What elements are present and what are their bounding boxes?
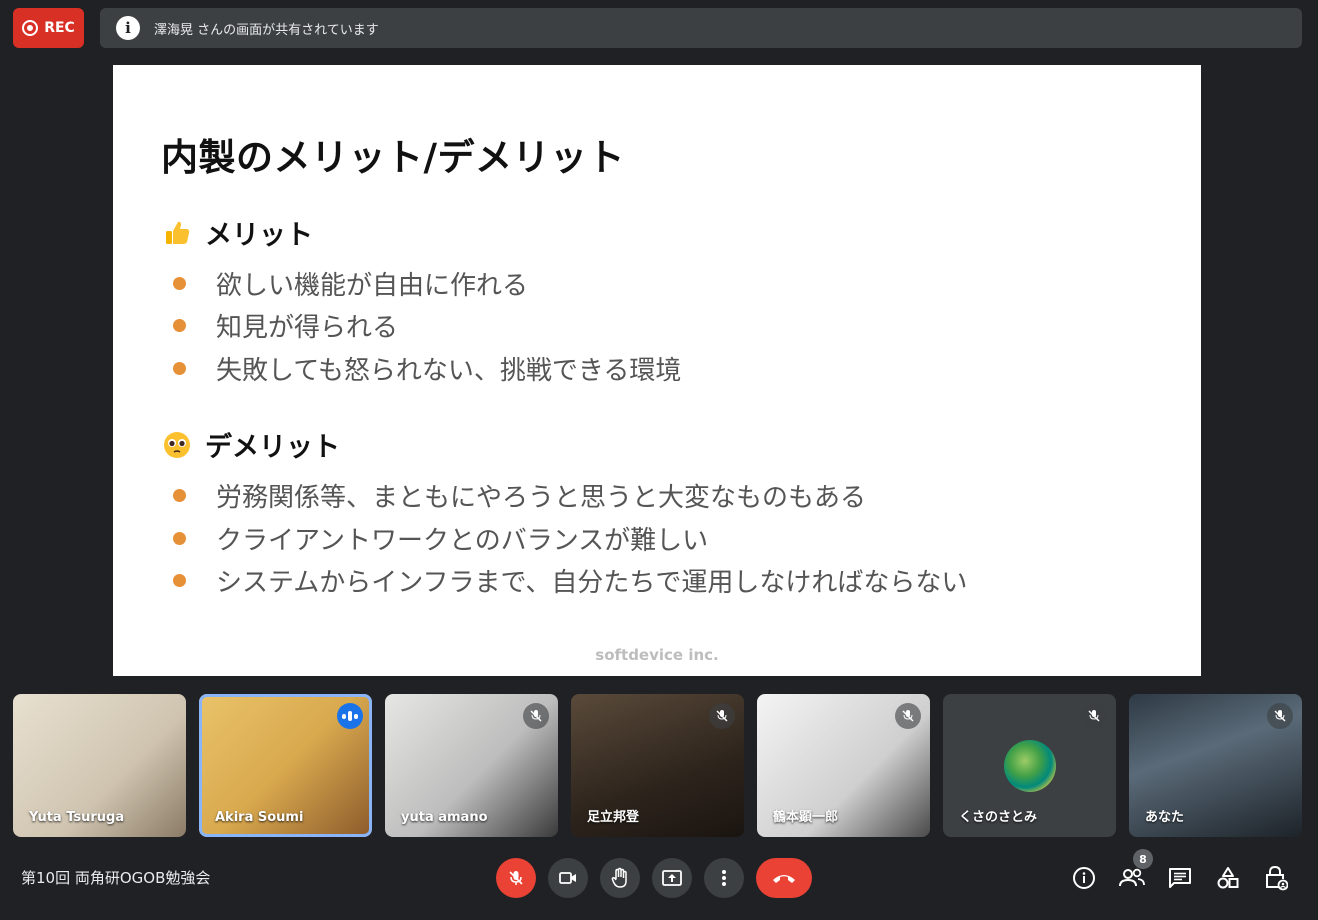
participant-name: yuta amano <box>401 810 488 825</box>
mic-off-icon <box>509 871 523 885</box>
list-item: システムからインフラまで、自分たちで運用しなければならない <box>173 562 967 599</box>
list-item: 知見が得られる <box>173 307 398 344</box>
participant-tile[interactable]: 足立邦登 <box>571 694 744 837</box>
present-to-all-icon <box>662 870 682 886</box>
present-screen-button[interactable] <box>652 858 692 898</box>
videocam-icon <box>559 872 576 884</box>
list-item-text: クライアントワークとのバランスが難しい <box>216 526 709 556</box>
bullet-icon <box>173 532 186 545</box>
leave-call-button[interactable] <box>756 858 812 898</box>
mic-off-icon <box>895 703 921 729</box>
chat-icon <box>1169 868 1191 888</box>
bullet-icon <box>173 277 186 290</box>
participant-name: Akira Soumi <box>215 810 304 825</box>
participant-tile[interactable]: Akira Soumi <box>199 694 372 837</box>
people-icon <box>1119 868 1145 887</box>
share-banner-text: 澤海晃 さんの画面が共有されています <box>154 22 379 38</box>
shared-slide: 内製のメリット/デメリット メリット 欲しい機能が自由に作れる 知見が得られる … <box>113 65 1201 676</box>
list-item: 失敗しても怒られない、挑戦できる環境 <box>173 350 681 387</box>
list-item: 欲しい機能が自由に作れる <box>173 265 528 302</box>
participant-tile[interactable]: 鶴本顕一郎 <box>757 694 930 837</box>
info-icon: i <box>116 16 140 40</box>
rec-label: REC <box>44 20 75 36</box>
thumbs-up-icon <box>166 221 190 244</box>
meeting-title: 第10回 両角研OGOB勉強会 <box>21 869 211 887</box>
participant-tile[interactable]: くさのさとみ <box>943 694 1116 837</box>
participant-count-badge: 8 <box>1133 849 1153 869</box>
participant-name: Yuta Tsuruga <box>29 810 125 825</box>
participant-name: くさのさとみ <box>959 810 1038 825</box>
recording-indicator[interactable]: REC <box>13 8 84 48</box>
record-icon <box>22 20 39 36</box>
section-heading-merit: メリット <box>163 213 313 252</box>
shapes-icon <box>1217 867 1239 889</box>
section-heading-label: メリット <box>205 220 313 251</box>
participant-tile[interactable]: yuta amano <box>385 694 558 837</box>
mic-off-icon <box>523 703 549 729</box>
info-icon <box>1073 867 1095 889</box>
bullet-icon <box>173 362 186 375</box>
list-item: クライアントワークとのバランスが難しい <box>173 520 708 557</box>
lock-person-icon <box>1266 865 1288 891</box>
list-item-text: 失敗しても怒られない、挑戦できる環境 <box>216 356 682 386</box>
slide-footer: softdevice inc. <box>595 646 719 664</box>
list-item-text: システムからインフラまで、自分たちで運用しなければならない <box>216 568 968 598</box>
bullet-icon <box>173 489 186 502</box>
list-item-text: 知見が得られる <box>216 313 399 343</box>
participant-name: あなた <box>1145 810 1185 825</box>
activities-button[interactable] <box>1214 864 1242 892</box>
list-item: 労務関係等、まともにやろうと思うと大変なものもある <box>173 477 866 514</box>
more-vert-icon <box>722 870 726 886</box>
participant-tile[interactable]: あなた <box>1129 694 1302 837</box>
raise-hand-button[interactable] <box>600 858 640 898</box>
mic-off-icon <box>1267 703 1293 729</box>
speaking-indicator-icon <box>337 703 363 729</box>
host-controls-button[interactable] <box>1262 864 1290 892</box>
bullet-icon <box>173 319 186 332</box>
pleading-face-icon <box>164 431 190 458</box>
mic-off-icon <box>709 703 735 729</box>
mic-toggle-button[interactable] <box>496 858 536 898</box>
list-item-text: 労務関係等、まともにやろうと思うと大変なものもある <box>216 483 867 513</box>
participant-name: 足立邦登 <box>587 810 640 825</box>
call-end-icon <box>773 875 795 883</box>
participant-tile[interactable]: Yuta Tsuruga <box>13 694 186 837</box>
mic-off-icon <box>1081 703 1107 729</box>
hand-icon <box>611 867 627 888</box>
meeting-details-button[interactable] <box>1070 864 1098 892</box>
slide-title: 内製のメリット/デメリット <box>161 136 626 179</box>
avatar <box>1004 740 1056 792</box>
section-heading-label: デメリット <box>205 432 340 463</box>
list-item-text: 欲しい機能が自由に作れる <box>216 271 529 301</box>
screen-share-banner: i 澤海晃 さんの画面が共有されています <box>100 8 1302 48</box>
participant-name: 鶴本顕一郎 <box>773 810 839 825</box>
section-heading-demerit: デメリット <box>163 425 340 464</box>
more-options-button[interactable] <box>704 858 744 898</box>
camera-toggle-button[interactable] <box>548 858 588 898</box>
chat-button[interactable] <box>1166 864 1194 892</box>
bullet-icon <box>173 574 186 587</box>
